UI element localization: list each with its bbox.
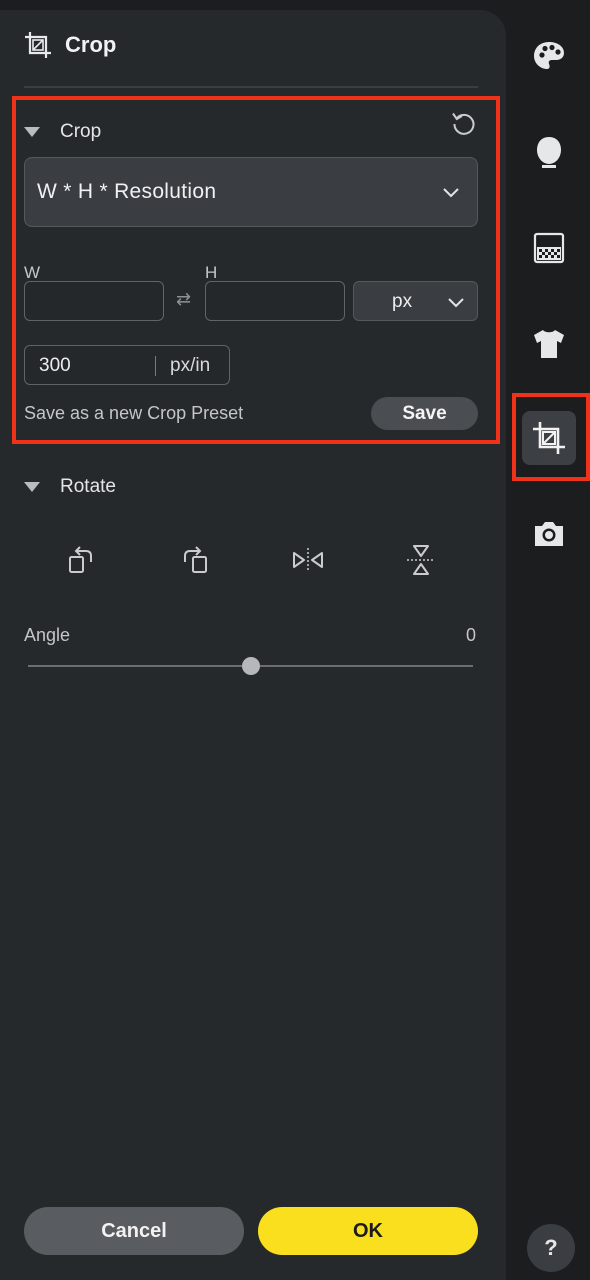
background-icon [533, 232, 565, 264]
rail-palette[interactable] [530, 37, 568, 75]
flip-horizontal-icon[interactable] [292, 544, 324, 576]
rail-crop-highlight [512, 393, 590, 481]
rail-clothing[interactable] [530, 325, 568, 363]
angle-slider-thumb[interactable] [241, 657, 260, 675]
angle-label: Angle [24, 625, 71, 645]
clothing-icon [534, 330, 564, 358]
camera-icon [535, 522, 563, 546]
panel-header: Crop [24, 30, 116, 60]
crop-icon [25, 32, 51, 58]
palette-icon [534, 42, 564, 69]
flip-vertical-icon[interactable] [405, 544, 437, 576]
rotate-left-icon[interactable] [66, 544, 96, 576]
rail-face[interactable] [530, 133, 568, 171]
rail-background[interactable] [530, 229, 568, 267]
crop-section-highlight [12, 96, 500, 444]
rotate-right-icon[interactable] [180, 544, 210, 576]
help-button[interactable]: ? [527, 1224, 575, 1272]
header-divider [24, 86, 478, 88]
face-icon [537, 137, 561, 168]
angle-value: 0 [466, 625, 477, 645]
rotate-section-toggle[interactable]: Rotate [24, 474, 116, 500]
rail-camera[interactable] [530, 515, 568, 553]
cancel-button[interactable]: Cancel [24, 1207, 244, 1255]
collapse-triangle-icon [24, 482, 40, 492]
page-title: Crop [65, 32, 117, 57]
rotate-section-title: Rotate [60, 476, 116, 497]
ok-button[interactable]: OK [258, 1207, 478, 1255]
